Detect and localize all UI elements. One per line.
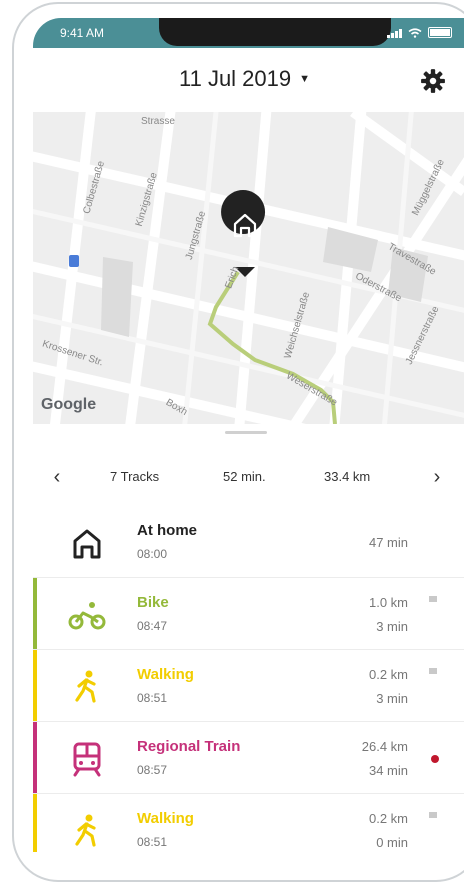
- track-distance: 1.0 km: [368, 595, 408, 610]
- track-row-train[interactable]: Regional Train 08:57 26.4 km 34 min: [33, 722, 464, 794]
- total-distance: 33.4 km: [324, 469, 371, 484]
- track-row-home[interactable]: At home 08:00 47 min: [33, 506, 464, 578]
- track-row-walking[interactable]: Walking 08:51 0.2 km 0 min: [33, 794, 464, 852]
- track-time: 08:51: [137, 691, 168, 705]
- track-duration: 47 min: [368, 535, 408, 550]
- map-streets: [33, 112, 464, 424]
- status-bar: 9:41 AM: [33, 18, 464, 48]
- drag-handle[interactable]: [225, 431, 267, 434]
- track-duration: 3 min: [376, 619, 408, 634]
- track-color-bar: [33, 578, 37, 649]
- app-screen: 9:41 AM 11 Jul 2019 ▼ Colbestraße Kinzig…: [33, 18, 464, 852]
- status-time: 9:41 AM: [60, 26, 105, 40]
- track-row-walking[interactable]: Walking 08:51 0.2 km 3 min: [33, 650, 464, 722]
- track-distance: 26.4 km: [361, 739, 408, 754]
- prev-day-button[interactable]: ‹: [47, 466, 67, 489]
- battery-icon: [428, 27, 452, 38]
- track-time: 08:00: [137, 547, 168, 561]
- tracks-count: 7 Tracks: [110, 469, 160, 484]
- track-distance: 0.2 km: [368, 811, 408, 826]
- track-distance: 0.2 km: [368, 667, 408, 682]
- track-color-bar: [33, 794, 37, 852]
- device-notch: [159, 18, 391, 46]
- track-duration: 34 min: [368, 763, 408, 778]
- flag-icon[interactable]: [429, 812, 437, 818]
- track-time: 08:57: [137, 763, 168, 777]
- next-day-button[interactable]: ›: [427, 466, 447, 489]
- track-time: 08:51: [137, 835, 168, 849]
- track-row-bike[interactable]: Bike 08:47 1.0 km 3 min: [33, 578, 464, 650]
- track-title: Regional Train: [137, 738, 241, 755]
- status-icons: [387, 27, 452, 38]
- bike-icon: [68, 602, 106, 630]
- home-icon: [73, 529, 101, 559]
- track-title: Walking: [137, 810, 194, 827]
- app-header: 11 Jul 2019 ▼: [33, 48, 464, 112]
- street-label: Strasse: [141, 116, 175, 127]
- wifi-icon: [408, 27, 422, 38]
- gear-icon[interactable]: [420, 68, 446, 94]
- track-duration: 0 min: [376, 835, 408, 850]
- date-selector[interactable]: 11 Jul 2019 ▼: [179, 66, 310, 92]
- map-view[interactable]: Colbestraße Kinzigstraße Jungstraße Mügg…: [33, 112, 464, 424]
- flag-icon[interactable]: [429, 668, 437, 674]
- date-label: 11 Jul 2019: [179, 66, 292, 91]
- signal-icon: [387, 28, 402, 38]
- train-icon: [73, 742, 101, 777]
- track-duration: 3 min: [376, 691, 408, 706]
- walking-icon: [75, 670, 96, 703]
- track-color-bar: [33, 722, 37, 793]
- status-dot: [431, 755, 439, 763]
- flag-icon[interactable]: [429, 596, 437, 602]
- google-logo: Google: [41, 396, 97, 413]
- track-title: At home: [137, 522, 197, 539]
- track-time: 08:47: [137, 619, 168, 633]
- track-color-bar: [33, 650, 37, 721]
- track-title: Bike: [137, 594, 169, 611]
- track-list: At home 08:00 47 min Bike 08:47 1.0 km 3…: [33, 506, 464, 852]
- track-title: Walking: [137, 666, 194, 683]
- total-duration: 52 min.: [223, 469, 266, 484]
- walking-icon: [75, 814, 96, 847]
- caret-down-icon: ▼: [299, 73, 311, 85]
- stats-bar: ‹ 7 Tracks 52 min. 33.4 km ›: [33, 450, 464, 507]
